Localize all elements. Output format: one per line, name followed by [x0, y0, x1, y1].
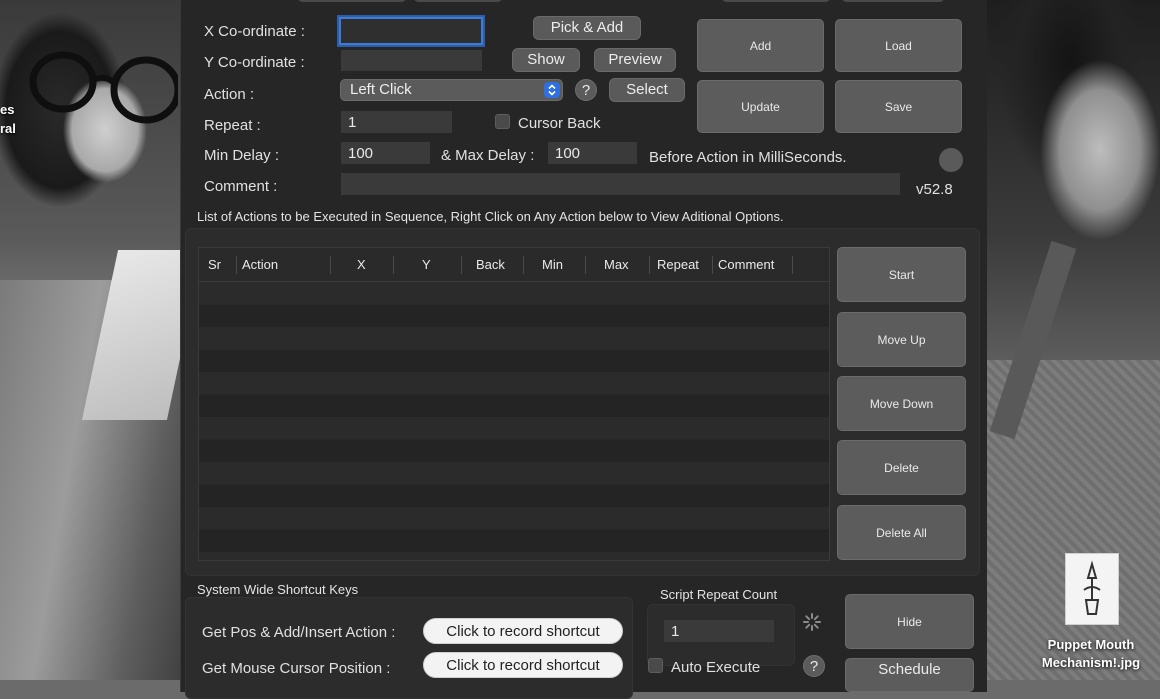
desktop-label-line: es	[0, 102, 15, 117]
top-tab-remnant	[413, 0, 503, 2]
column-separator	[330, 256, 331, 274]
select-button[interactable]: Select	[609, 78, 685, 102]
x-coordinate-label: X Co-ordinate :	[204, 23, 305, 40]
cursor-back-checkbox[interactable]	[495, 114, 510, 129]
file-thumbnail-icon	[1083, 560, 1101, 615]
save-button[interactable]: Save	[835, 80, 962, 133]
column-header-action[interactable]: Action	[242, 248, 278, 281]
action-dropdown-value: Left Click	[350, 81, 412, 98]
column-separator	[461, 256, 462, 274]
column-separator	[792, 256, 793, 274]
script-repeat-input[interactable]	[664, 620, 774, 642]
top-tab-remnant	[297, 0, 407, 2]
min-delay-input[interactable]	[341, 142, 430, 164]
column-header-back[interactable]: Back	[476, 248, 505, 281]
auto-execute-checkbox[interactable]	[648, 658, 663, 673]
column-separator	[523, 256, 524, 274]
delay-note: Before Action in MilliSeconds.	[649, 149, 847, 166]
record-shortcut-button-get-cursor[interactable]: Click to record shortcut	[423, 652, 623, 678]
chevron-up-down-icon	[544, 82, 560, 98]
column-header-y[interactable]: Y	[422, 248, 431, 281]
add-button[interactable]: Add	[697, 19, 824, 72]
hide-button[interactable]: Hide	[845, 594, 974, 649]
preview-button[interactable]: Preview	[594, 48, 676, 72]
file-name-line: Mechanism!.jpg	[1041, 655, 1141, 670]
shortcut-panel: Get Pos & Add/Insert Action : Click to r…	[185, 597, 633, 699]
actions-list-caption: List of Actions to be Executed in Sequen…	[197, 209, 784, 224]
column-separator	[712, 256, 713, 274]
actions-panel: List of Actions to be Executed in Sequen…	[185, 209, 980, 576]
loading-spinner-icon	[803, 613, 821, 631]
file-name-line: Puppet Mouth	[1047, 637, 1135, 652]
delete-all-button[interactable]: Delete All	[837, 505, 966, 560]
cursor-back-label: Cursor Back	[518, 115, 601, 132]
status-indicator-circle	[939, 148, 963, 172]
pick-add-button[interactable]: Pick & Add	[533, 16, 641, 40]
column-separator	[393, 256, 394, 274]
table-header: Sr Action X Y Back Min Max Repeat Commen…	[199, 248, 829, 282]
wallpaper-glasses	[29, 51, 178, 124]
column-separator	[649, 256, 650, 274]
action-dropdown[interactable]: Left Click	[340, 79, 563, 101]
table-body-stripes	[199, 282, 829, 560]
auto-clicker-window: X Co-ordinate : Pick & Add Y Co-ordinate…	[180, 0, 987, 699]
desktop-label-line: ral	[0, 121, 16, 136]
desktop-wallpaper-left	[0, 0, 204, 680]
column-separator	[236, 256, 237, 274]
repeat-label: Repeat :	[204, 117, 261, 134]
move-down-button[interactable]: Move Down	[837, 376, 966, 431]
update-button[interactable]: Update	[697, 80, 824, 133]
auto-execute-label: Auto Execute	[671, 659, 761, 676]
shortcut-section-title: System Wide Shortcut Keys	[197, 582, 359, 597]
y-coordinate-input[interactable]	[341, 50, 482, 71]
actions-table[interactable]: Sr Action X Y Back Min Max Repeat Commen…	[198, 247, 830, 561]
y-coordinate-label: Y Co-ordinate :	[204, 54, 305, 71]
auto-execute-help-button[interactable]: ?	[803, 655, 825, 677]
min-delay-label: Min Delay :	[204, 147, 280, 164]
column-header-comment[interactable]: Comment	[718, 248, 774, 281]
column-header-max[interactable]: Max	[604, 248, 629, 281]
repeat-input[interactable]	[341, 111, 452, 133]
script-repeat-title: Script Repeat Count	[660, 587, 778, 602]
column-header-repeat[interactable]: Repeat	[657, 248, 699, 281]
x-coordinate-input[interactable]	[339, 17, 483, 45]
show-button[interactable]: Show	[512, 48, 580, 72]
column-header-min[interactable]: Min	[542, 248, 563, 281]
desktop-file-label-left[interactable]: es ral	[0, 100, 16, 138]
comment-label: Comment :	[204, 178, 278, 195]
image-file-icon[interactable]	[1065, 553, 1119, 625]
desktop-file-name[interactable]: Puppet Mouth Mechanism!.jpg	[1030, 636, 1152, 672]
move-up-button[interactable]: Move Up	[837, 312, 966, 367]
shortcut-label-get-cursor: Get Mouse Cursor Position :	[202, 660, 391, 677]
top-tab-remnant	[721, 0, 831, 2]
version-label: v52.8	[916, 181, 953, 198]
record-shortcut-button-get-pos[interactable]: Click to record shortcut	[423, 618, 623, 644]
max-delay-label: & Max Delay :	[441, 147, 535, 164]
comment-input[interactable]	[341, 173, 900, 195]
script-repeat-panel	[647, 604, 795, 666]
action-label: Action :	[204, 86, 255, 103]
load-button[interactable]: Load	[835, 19, 962, 72]
column-header-sr[interactable]: Sr	[208, 248, 221, 281]
max-delay-input[interactable]	[548, 142, 637, 164]
column-header-x[interactable]: X	[357, 248, 366, 281]
top-tab-remnant	[841, 0, 945, 2]
schedule-button[interactable]: Schedule	[845, 658, 974, 692]
column-separator	[585, 256, 586, 274]
start-button[interactable]: Start	[837, 247, 966, 302]
action-help-button[interactable]: ?	[575, 79, 597, 101]
delete-button[interactable]: Delete	[837, 440, 966, 495]
shortcut-label-get-pos: Get Pos & Add/Insert Action :	[202, 624, 396, 641]
